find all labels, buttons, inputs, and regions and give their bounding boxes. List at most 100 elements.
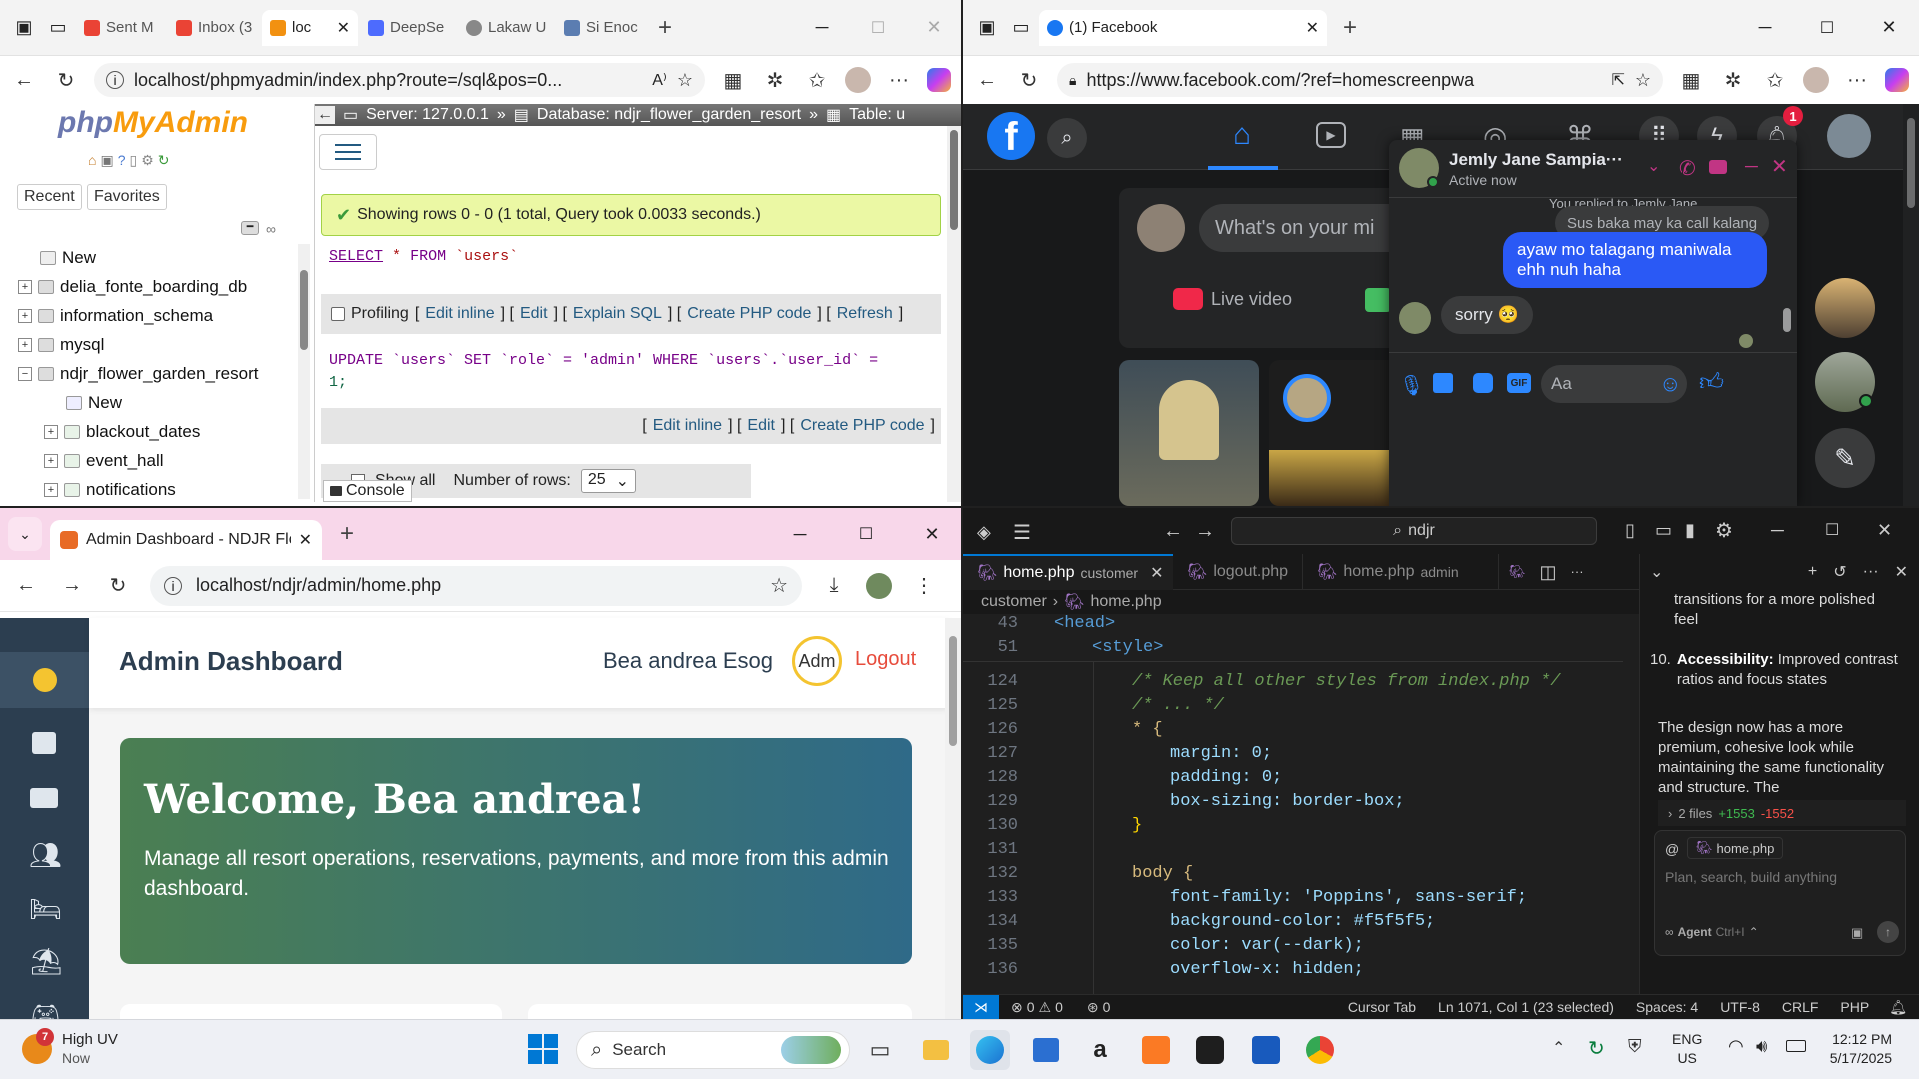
sent-message[interactable]: ayaw mo talagang maniwala ehh nuh haha [1503, 232, 1767, 288]
create-php-code-link[interactable]: Create PHP code [687, 305, 811, 323]
close-tab-icon[interactable]: ✕ [337, 18, 350, 38]
minimize-icon[interactable]: ─ [1735, 17, 1795, 38]
mention-icon[interactable]: @ [1665, 841, 1679, 857]
recent-tab[interactable]: Recent [17, 184, 82, 210]
problems-indicator[interactable]: ⊗ 0 ⚠ 0 [1011, 999, 1063, 1016]
sticky-line[interactable]: 51 <style> [963, 638, 1164, 662]
close-panel-icon[interactable]: ✕ [1895, 562, 1908, 582]
address-bar[interactable]: i localhost/ndjr/admin/home.php ☆ [150, 565, 802, 606]
maximize-icon[interactable]: ☐ [837, 524, 895, 544]
tab-search-icon[interactable]: ⌄ [8, 517, 42, 551]
language-status[interactable]: PHP [1840, 999, 1869, 1015]
tab-facebook[interactable]: (1) Facebook ✕ [1039, 9, 1327, 46]
favorite-star-icon[interactable]: ☆ [1635, 70, 1651, 91]
tab-si-enoc[interactable]: Si Enoc [556, 10, 646, 46]
collapse-nav-icon[interactable]: ← [315, 106, 335, 124]
home-icon[interactable]: ⌂ [1233, 118, 1251, 152]
wifi-icon[interactable]: ◠ [1728, 1036, 1744, 1057]
emoji-icon[interactable]: ☺ [1659, 371, 1681, 397]
like-icon[interactable]: 👍︎ [1699, 369, 1724, 397]
back-icon[interactable]: ← [10, 69, 38, 92]
create-php-code-link[interactable]: Create PHP code [800, 417, 924, 435]
new-chat-icon[interactable]: + [1808, 563, 1817, 581]
toggle-sidebar-icon[interactable]: ▯ [1625, 520, 1635, 541]
minimize-chat-icon[interactable]: ─ [1745, 156, 1758, 177]
menu-toggle-button[interactable] [319, 134, 377, 170]
breadcrumb-database[interactable]: Database: ndjr_flower_garden_resort [537, 106, 801, 124]
tree-information-schema[interactable]: + information_schema [18, 305, 213, 327]
xampp-icon[interactable] [1136, 1030, 1176, 1070]
menu-icon[interactable]: ☰ [1013, 520, 1031, 545]
workspaces-icon[interactable]: ▣ [8, 17, 40, 38]
edit-inline-link[interactable]: Edit inline [653, 417, 722, 435]
agent-mode-selector[interactable]: ∞ Agent Ctrl+I ⌃ [1665, 925, 1759, 939]
story-card[interactable] [1269, 360, 1409, 506]
calendar-icon[interactable] [32, 732, 56, 754]
ports-indicator[interactable]: ⊛ 0 [1087, 999, 1111, 1016]
close-window-icon[interactable]: ✕ [1859, 17, 1919, 38]
profile-avatar[interactable] [1803, 67, 1829, 93]
microsoft-store-icon[interactable] [1026, 1030, 1066, 1070]
clock[interactable]: 12:12 PM 5/17/2025 [1818, 1030, 1892, 1068]
video-icon[interactable]: ▶ [1316, 122, 1346, 148]
minimize-icon[interactable]: ─ [771, 524, 829, 545]
more-actions-icon[interactable]: ··· [1863, 563, 1879, 581]
tab-home-customer[interactable]: 🐘︎ home.php customer ✕ [963, 554, 1173, 590]
address-bar[interactable]: 🔒︎ https://www.facebook.com/?ref=homescr… [1057, 63, 1663, 97]
breadcrumb-folder[interactable]: customer [981, 593, 1047, 611]
chat-scrollbar[interactable] [1781, 198, 1793, 348]
taskbar-search[interactable]: ⌕ Search [576, 1031, 850, 1069]
cursor-app-icon[interactable] [1190, 1030, 1230, 1070]
close-tab-icon[interactable]: ✕ [299, 530, 312, 550]
settings-gear-icon[interactable]: ⚙ [1715, 518, 1733, 543]
minimize-icon[interactable]: ─ [795, 17, 849, 38]
back-icon[interactable]: ← [12, 574, 40, 597]
explain-sql-link[interactable]: Explain SQL [573, 305, 662, 323]
collapse-icon[interactable]: − [18, 367, 32, 381]
indentation-status[interactable]: Spaces: 4 [1636, 999, 1698, 1015]
more-actions-icon[interactable]: ··· [1571, 554, 1584, 589]
chat-input-box[interactable]: @ 🐘︎ home.php Plan, search, build anythi… [1654, 830, 1906, 956]
story-card[interactable] [1119, 360, 1259, 506]
reload-nav-icon[interactable]: ↻ [158, 152, 170, 169]
chat-header[interactable]: Jemly Jane Sampia··· ⌄ Active now ✆ ─ ✕ [1389, 140, 1797, 198]
maximize-icon[interactable]: ☐ [1797, 18, 1857, 38]
new-tab-button[interactable]: + [648, 14, 682, 42]
reload-icon[interactable]: ↻ [52, 68, 80, 93]
nav-scrollbar[interactable] [298, 244, 310, 499]
close-window-icon[interactable]: ✕ [907, 17, 961, 38]
copilot-icon[interactable] [1885, 68, 1909, 92]
word-icon[interactable] [1246, 1030, 1286, 1070]
favorites-icon[interactable]: ✩ [1761, 68, 1789, 93]
back-icon[interactable]: ← [973, 69, 1001, 92]
tree-new-table[interactable]: New [66, 392, 122, 414]
bed-icon[interactable]: 🛏︎ [29, 894, 62, 925]
defender-icon[interactable]: ⛨ [1628, 1036, 1642, 1057]
gif-icon[interactable]: GIF [1507, 373, 1531, 393]
download-icon[interactable]: ⤓ [820, 574, 848, 597]
admin-avatar[interactable]: Adm [792, 636, 842, 686]
photo-icon[interactable] [1365, 288, 1391, 312]
main-scrollbar[interactable] [947, 126, 961, 502]
tab-inbox[interactable]: Inbox (3 [168, 10, 260, 46]
facebook-logo-icon[interactable]: f [987, 112, 1035, 160]
eol-status[interactable]: CRLF [1782, 999, 1819, 1015]
history-icon[interactable]: ↺ [1833, 562, 1846, 582]
tab-admin-dashboard[interactable]: Admin Dashboard - NDJR Flow ✕ [50, 520, 322, 560]
logout-icon[interactable]: ▣ [100, 152, 113, 169]
image-attach-icon[interactable]: ▣ [1851, 925, 1863, 941]
back-icon[interactable]: ← [1163, 520, 1183, 543]
puzzle-icon[interactable]: ✲ [761, 68, 789, 93]
new-message-button[interactable]: ✎ [1815, 428, 1875, 488]
weather-widget[interactable]: 7 High UV Now [22, 1028, 118, 1068]
profiling-checkbox[interactable] [331, 307, 345, 321]
toggle-secondary-sidebar-icon[interactable]: ▮ [1685, 520, 1695, 541]
toggle-panel-icon[interactable]: ▭ [1655, 520, 1672, 541]
sticky-line[interactable]: 43 <head> [963, 614, 1116, 638]
cursor-tab-status[interactable]: Cursor Tab [1348, 999, 1416, 1015]
expand-icon[interactable]: + [18, 309, 32, 323]
sync-icon[interactable]: ↻ [1588, 1036, 1605, 1061]
edge-browser-icon[interactable] [970, 1030, 1010, 1070]
files-changed-row[interactable]: › 2 files +1553 -1552 [1658, 800, 1906, 826]
settings-icon[interactable]: ⚙ [141, 152, 154, 169]
